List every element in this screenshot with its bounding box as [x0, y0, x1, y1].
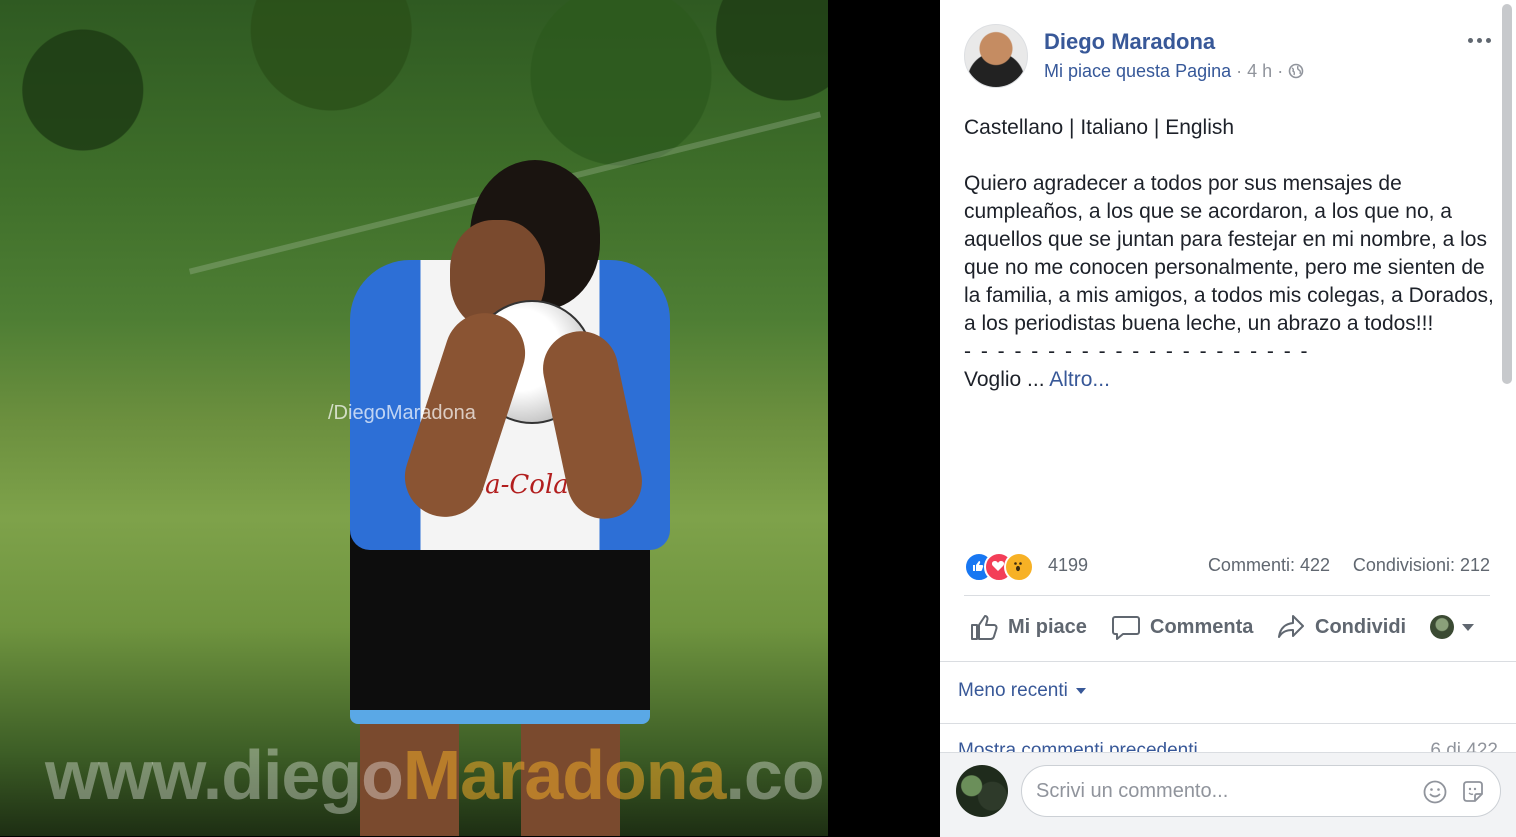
post-truncated-line: Voglio ... Altro...	[964, 366, 1494, 394]
post-sidebar: Diego Maradona Mi piace questa Pagina · …	[940, 0, 1516, 837]
reactions-summary: 4199 Commenti: 422 Condivisioni: 212	[964, 551, 1490, 582]
comment-bubble-icon	[1112, 616, 1140, 640]
post-actions: Mi piace Commenta Condividi	[964, 604, 1494, 650]
actions-divider	[940, 661, 1516, 662]
post-as-selector[interactable]	[1430, 604, 1474, 650]
author-name-link[interactable]: Diego Maradona	[1044, 29, 1215, 55]
comment-sort-dropdown[interactable]: Meno recenti	[958, 680, 1086, 702]
post-dashes: - - - - - - - - - - - - - - - - - - - - …	[964, 340, 1310, 363]
reactions-divider	[964, 595, 1490, 596]
share-arrow-icon	[1278, 615, 1304, 638]
sort-caret-down-icon	[1075, 688, 1086, 694]
more-options-icon[interactable]	[1466, 30, 1496, 48]
meta-separator: ·	[1236, 61, 1243, 81]
site-watermark: www.diegoMaradona.com	[45, 735, 828, 815]
site-watermark-part3: .com	[725, 736, 828, 814]
post-main-text: Quiero agradecer a todos por sus mensaje…	[964, 172, 1494, 335]
see-more-link[interactable]: Altro...	[1049, 368, 1110, 391]
author-avatar[interactable]	[964, 24, 1028, 88]
reactions-count[interactable]: 4199	[1048, 555, 1088, 576]
sort-divider	[940, 723, 1516, 724]
scrollbar-thumb[interactable]	[1502, 4, 1512, 384]
comment-button-label: Commenta	[1150, 615, 1254, 638]
caret-down-icon	[1462, 623, 1474, 631]
post-meta: Mi piace questa Pagina · 4 h ·	[1044, 61, 1304, 82]
facebook-watermark: /DiegoMaradona	[328, 402, 476, 425]
emoji-icon[interactable]	[1422, 779, 1448, 805]
site-watermark-part2: Maradona	[402, 736, 727, 814]
wow-reaction-icon[interactable]	[1004, 552, 1034, 582]
player-shorts	[350, 520, 650, 724]
site-watermark-part1: www.diego	[45, 736, 404, 814]
share-button[interactable]: Condividi	[1275, 604, 1406, 650]
post-languages-line: Castellano | Italiano | English	[964, 116, 1235, 139]
post-truncated-text: Voglio ...	[964, 368, 1045, 391]
meta-separator-2: ·	[1277, 61, 1284, 81]
like-page-link[interactable]: Mi piace questa Pagina	[1044, 61, 1231, 81]
post-header: Diego Maradona Mi piace questa Pagina · …	[964, 24, 1496, 94]
like-button[interactable]: Mi piace	[968, 604, 1087, 650]
post-as-avatar	[1430, 615, 1454, 639]
shares-count-link[interactable]: Condivisioni: 212	[1353, 555, 1490, 576]
post-timestamp[interactable]: 4 h	[1247, 61, 1272, 81]
post-photo: Coca-Cola /DiegoMaradona www.diegoMarado…	[0, 0, 828, 836]
comment-sort-label: Meno recenti	[958, 680, 1068, 701]
globe-icon	[1288, 63, 1304, 79]
thumbs-up-icon	[971, 615, 998, 640]
commenter-avatar[interactable]	[956, 765, 1008, 817]
comment-button[interactable]: Commenta	[1110, 604, 1253, 650]
comments-count-link[interactable]: Commenti: 422	[1208, 555, 1330, 576]
post-body: Castellano | Italiano | English Quiero a…	[964, 114, 1494, 422]
facebook-watermark-text: /DiegoMaradona	[328, 402, 476, 424]
share-button-label: Condividi	[1315, 615, 1407, 638]
comment-composer	[940, 752, 1516, 837]
sticker-icon[interactable]	[1460, 779, 1486, 805]
like-button-label: Mi piace	[1008, 615, 1087, 638]
